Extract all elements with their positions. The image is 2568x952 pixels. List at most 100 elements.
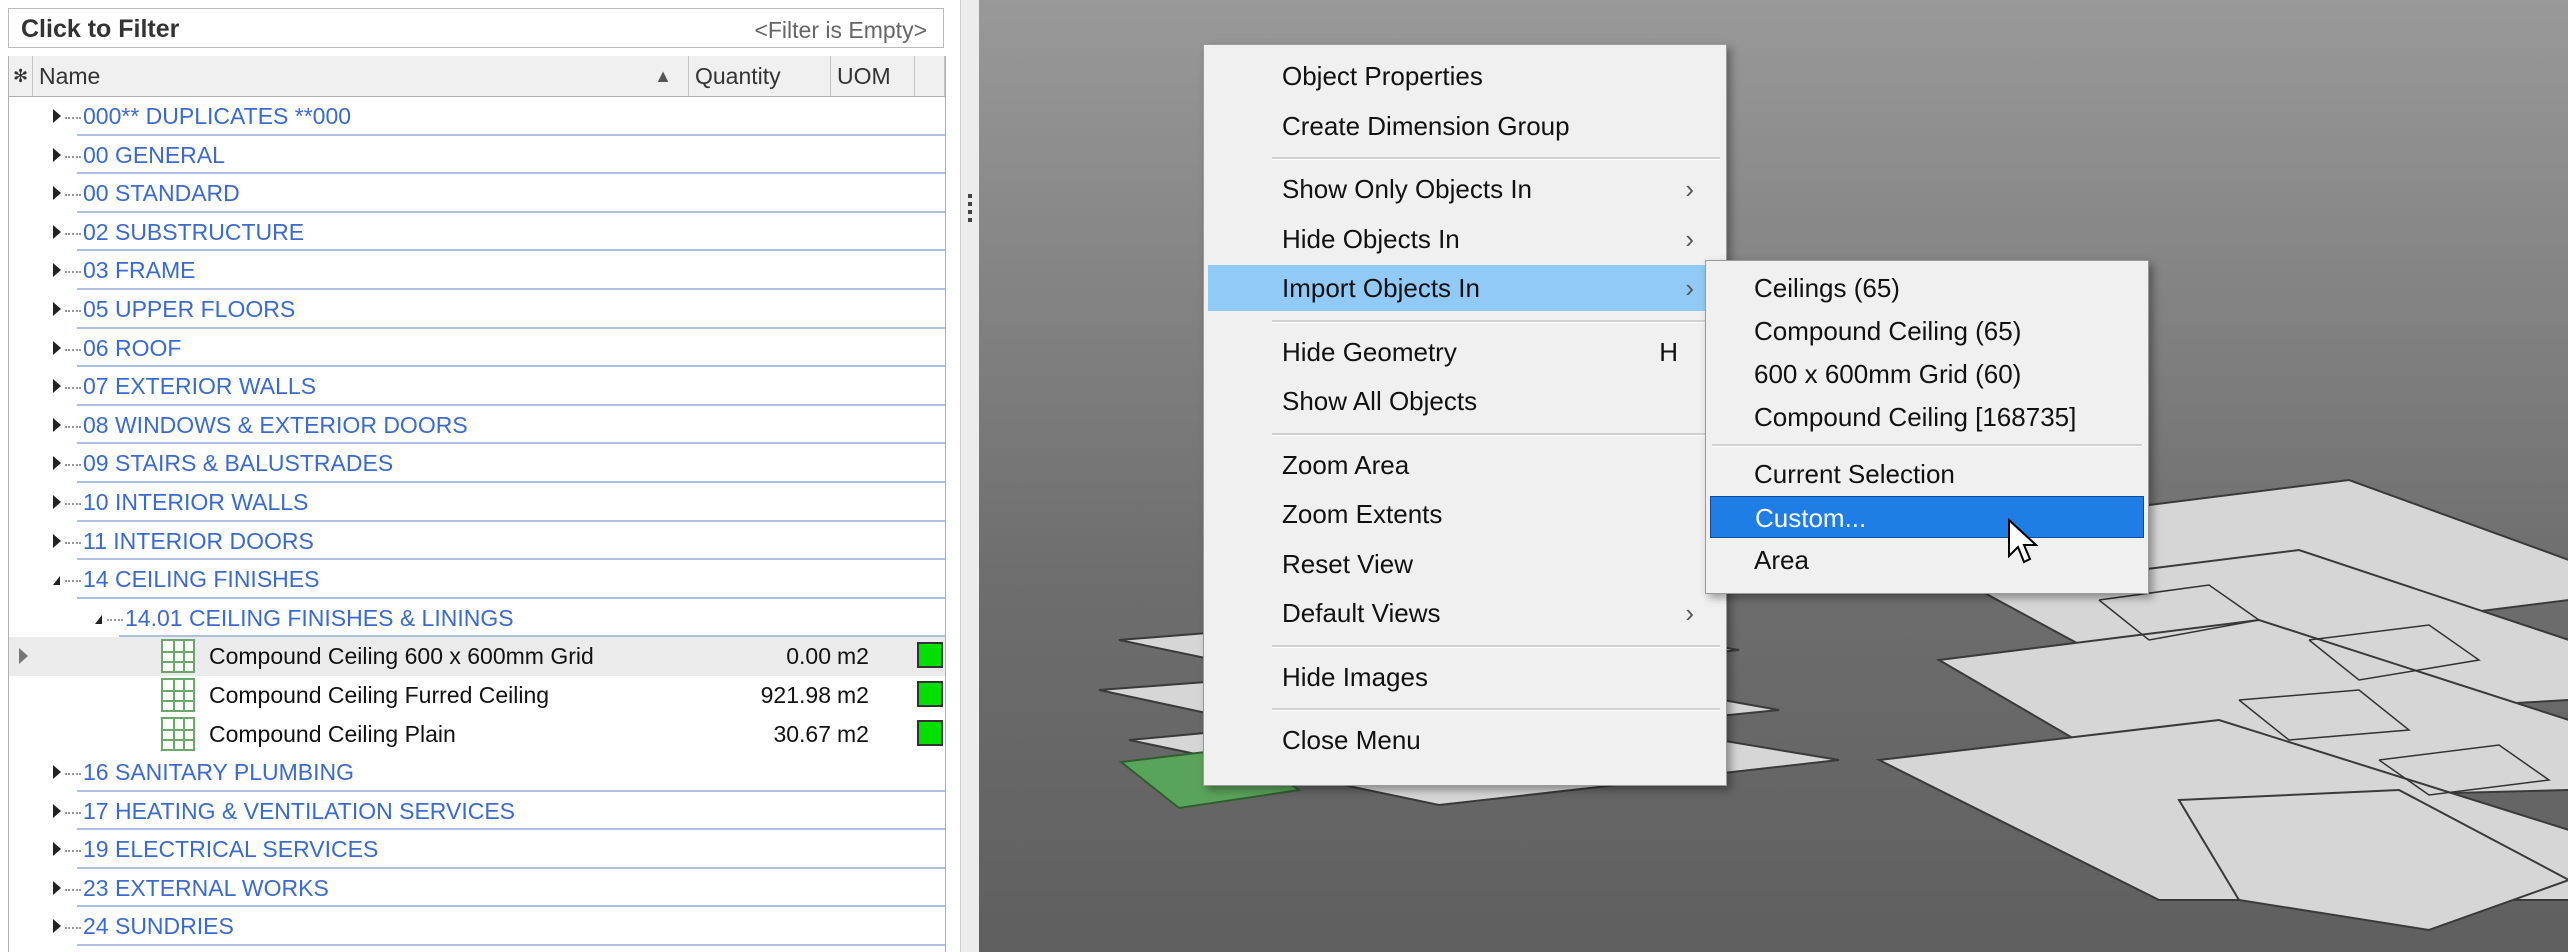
- tree-item-row[interactable]: Compound Ceiling Plain 30.67 m2: [9, 715, 945, 754]
- uom-value: m2: [837, 720, 869, 747]
- tree-connector: [65, 232, 81, 235]
- collapse-arrow-icon[interactable]: [95, 614, 102, 624]
- tree-group-row[interactable]: 06 ROOF: [9, 329, 945, 368]
- menu-item-import-objects-in[interactable]: Import Objects In ›: [1208, 265, 1722, 311]
- tree-connector: [65, 773, 81, 776]
- row-selector-header[interactable]: ✻: [9, 56, 33, 96]
- chevron-right-icon: ›: [1685, 223, 1694, 254]
- menu-item-show-all-objects[interactable]: Show All Objects: [1208, 378, 1722, 424]
- expand-arrow-icon[interactable]: [53, 109, 61, 123]
- tree-group-row[interactable]: 23 EXTERNAL WORKS: [9, 869, 945, 908]
- tree-group-row[interactable]: 14 CEILING FINISHES: [9, 560, 945, 599]
- expand-arrow-icon[interactable]: [53, 880, 61, 895]
- tree-group-row[interactable]: 24 SUNDRIES: [9, 907, 945, 947]
- submenu-item-area[interactable]: Area: [1710, 539, 2144, 581]
- tree-connector: [65, 927, 81, 930]
- submenu-item-compound-ceiling-65[interactable]: Compound Ceiling (65): [1710, 310, 2144, 352]
- submenu-item-custom[interactable]: Custom...: [1710, 496, 2144, 538]
- column-header-name[interactable]: Name ▲: [33, 56, 689, 96]
- submenu-item-current-selection[interactable]: Current Selection: [1710, 453, 2144, 495]
- quantity-tree-grid: ✻ Name ▲ Quantity UOM 000** DUPLICATES *…: [8, 56, 946, 952]
- expand-arrow-icon[interactable]: [53, 919, 61, 934]
- expand-arrow-icon[interactable]: [53, 224, 61, 239]
- expand-arrow-icon[interactable]: [53, 494, 61, 509]
- splitter-grip-icon: [968, 194, 972, 198]
- tree-group-row[interactable]: 10 INTERIOR WALLS: [9, 483, 945, 522]
- uom-value: m2: [837, 681, 869, 708]
- menu-item-object-properties[interactable]: Object Properties: [1208, 53, 1722, 99]
- column-uom-label: UOM: [837, 63, 891, 89]
- tree-group-row[interactable]: 19 ELECTRICAL SERVICES: [9, 830, 945, 869]
- tree-group-row[interactable]: 08 WINDOWS & EXTERIOR DOORS: [9, 406, 945, 445]
- menu-item-hide-images[interactable]: Hide Images: [1208, 654, 1722, 700]
- menu-item-label: Zoom Area: [1282, 449, 1410, 480]
- color-swatch[interactable]: [917, 642, 943, 669]
- menu-item-close-menu[interactable]: Close Menu: [1208, 717, 1722, 763]
- tree-group-row[interactable]: 11 INTERIOR DOORS: [9, 522, 945, 561]
- row-label: 23 EXTERNAL WORKS: [83, 874, 329, 901]
- color-swatch[interactable]: [917, 719, 943, 746]
- panel-splitter[interactable]: [960, 0, 980, 952]
- submenu-item-compound-ceiling-168735[interactable]: Compound Ceiling [168735]: [1710, 396, 2144, 438]
- expand-arrow-icon[interactable]: [53, 379, 61, 394]
- filter-label[interactable]: Click to Filter: [21, 15, 179, 44]
- menu-item-zoom-area[interactable]: Zoom Area: [1208, 442, 1722, 488]
- asterisk-icon: ✻: [13, 66, 29, 86]
- ceiling-grid-icon: [161, 716, 195, 751]
- shortcut-key: H: [1659, 336, 1678, 367]
- tree-group-row[interactable]: 17 HEATING & VENTILATION SERVICES: [9, 792, 945, 831]
- tree-group-row[interactable]: 00 GENERAL: [9, 136, 945, 175]
- menu-item-hide-objects-in[interactable]: Hide Objects In ›: [1208, 216, 1722, 262]
- menu-item-label: Hide Images: [1282, 661, 1428, 692]
- tree-group-row[interactable]: 16 SANITARY PLUMBING: [9, 753, 945, 792]
- tree-connector: [65, 117, 81, 119]
- expand-arrow-icon[interactable]: [53, 803, 61, 818]
- tree-group-row[interactable]: 02 SUBSTRUCTURE: [9, 213, 945, 252]
- expand-arrow-icon[interactable]: [53, 263, 61, 278]
- menu-item-label: Hide Objects In: [1282, 223, 1460, 254]
- submenu-item-600-x-600mm-grid-60[interactable]: 600 x 600mm Grid (60): [1710, 353, 2144, 395]
- splitter-grip-icon: [968, 202, 972, 206]
- menu-item-zoom-extents[interactable]: Zoom Extents: [1208, 491, 1722, 537]
- color-swatch[interactable]: [917, 680, 943, 707]
- expand-arrow-icon[interactable]: [53, 533, 61, 548]
- menu-item-show-only-objects-in[interactable]: Show Only Objects In ›: [1208, 166, 1722, 212]
- expand-arrow-icon[interactable]: [53, 186, 61, 201]
- row-underline: [77, 944, 945, 947]
- menu-item-reset-view[interactable]: Reset View: [1208, 541, 1722, 587]
- tree-connector: [65, 348, 81, 351]
- expand-arrow-icon[interactable]: [53, 340, 61, 355]
- context-menu: Object Properties Create Dimension Group S…: [1203, 44, 1727, 786]
- tree-group-row[interactable]: 05 UPPER FLOORS: [9, 290, 945, 329]
- expand-arrow-icon[interactable]: [53, 147, 61, 162]
- column-header-color[interactable]: [915, 56, 945, 96]
- column-header-quantity[interactable]: Quantity: [689, 56, 831, 96]
- expand-arrow-icon[interactable]: [53, 842, 61, 857]
- filter-bar[interactable]: Click to Filter <Filter is Empty>: [8, 8, 944, 48]
- expand-arrow-icon[interactable]: [53, 765, 61, 780]
- tree-group-row[interactable]: 000** DUPLICATES **000: [9, 97, 945, 136]
- submenu-item-ceilings-65[interactable]: Ceilings (65): [1710, 267, 2144, 309]
- tree-item-row[interactable]: Compound Ceiling Furred Ceiling 921.98 m2: [9, 676, 945, 715]
- chevron-right-icon: ›: [1685, 598, 1694, 628]
- tree-group-row[interactable]: 03 FRAME: [9, 251, 945, 290]
- row-label: 11 INTERIOR DOORS: [83, 527, 314, 554]
- tree-group-row[interactable]: 09 STAIRS & BALUSTRADES: [9, 444, 945, 483]
- menu-item-create-dimension-group[interactable]: Create Dimension Group: [1208, 103, 1722, 149]
- expand-arrow-icon[interactable]: [53, 456, 61, 471]
- column-header-uom[interactable]: UOM: [831, 56, 915, 96]
- 3d-viewport[interactable]: Object Properties Create Dimension Group S…: [979, 0, 2568, 952]
- tree-group-row[interactable]: 14.01 CEILING FINISHES & LININGS: [9, 599, 945, 638]
- expand-arrow-icon[interactable]: [53, 417, 61, 432]
- tree-group-row[interactable]: 00 STANDARD: [9, 174, 945, 213]
- menu-item-hide-geometry[interactable]: Hide Geometry H: [1208, 329, 1722, 375]
- tree-connector: [65, 155, 81, 158]
- row-label: 10 INTERIOR WALLS: [83, 488, 309, 515]
- tree-group-row[interactable]: 07 EXTERIOR WALLS: [9, 367, 945, 406]
- column-quantity-label: Quantity: [695, 63, 781, 89]
- row-label: 08 WINDOWS & EXTERIOR DOORS: [83, 411, 468, 438]
- menu-item-default-views[interactable]: Default Views ›: [1208, 590, 1722, 636]
- expand-arrow-icon[interactable]: [53, 301, 61, 316]
- collapse-arrow-icon[interactable]: [53, 576, 60, 586]
- tree-item-row[interactable]: Compound Ceiling 600 x 600mm Grid 0.00 m2: [9, 637, 945, 676]
